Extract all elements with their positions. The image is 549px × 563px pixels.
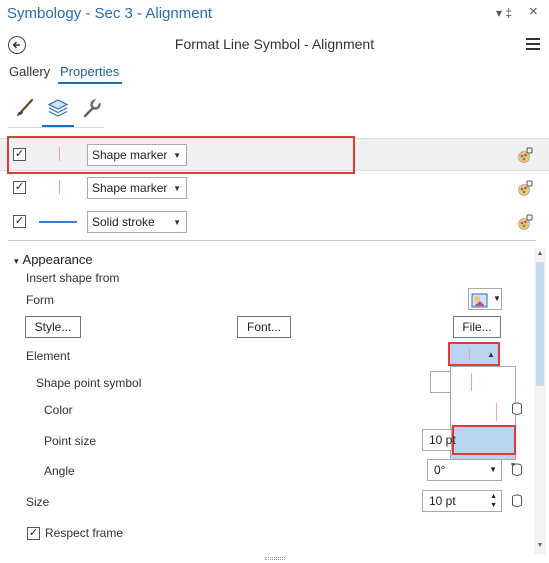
- window-title: Symbology - Sec 3 - Alignment: [7, 5, 213, 22]
- window-title-bar: Symbology - Sec 3 - Alignment ▾ ‡ ×: [0, 0, 549, 30]
- paintbrush-icon[interactable]: [10, 94, 38, 122]
- layer-preview: [59, 180, 60, 194]
- layer-preview: [39, 221, 77, 223]
- chevron-down-icon: ▼: [489, 465, 497, 474]
- layer-row-shape-marker-2[interactable]: ✓ Shape marker ▼: [0, 172, 549, 205]
- chevron-up-icon: ▲: [487, 350, 495, 359]
- chevron-down-icon: ▼: [173, 218, 181, 227]
- tab-gallery[interactable]: Gallery: [9, 64, 50, 79]
- respect-frame-label: Respect frame: [45, 526, 124, 540]
- chevron-down-icon: ▾: [14, 256, 19, 266]
- layers-icon[interactable]: [44, 94, 72, 122]
- element-option-2[interactable]: [451, 397, 515, 427]
- spinner-arrows-icon[interactable]: ▲ ▼: [490, 492, 497, 510]
- pane-title: Format Line Symbol - Alignment: [174, 36, 375, 52]
- point-size-input[interactable]: 10 pt: [422, 429, 456, 451]
- pin-icon[interactable]: ▾ ‡: [496, 6, 512, 20]
- style-button[interactable]: Style...: [25, 316, 81, 338]
- layer-type-label: Solid stroke: [92, 215, 155, 229]
- layer-row-solid-stroke[interactable]: ✓ Solid stroke ▼: [0, 205, 549, 238]
- icon-tab-baseline: [8, 127, 104, 128]
- element-option-preview: [471, 373, 472, 391]
- respect-frame-checkbox[interactable]: ✓: [27, 527, 40, 540]
- element-option-preview: [496, 403, 497, 421]
- color-label: Color: [44, 403, 73, 417]
- font-button[interactable]: Font...: [237, 316, 291, 338]
- size-value: 10 pt: [429, 494, 456, 508]
- form-shape-picker[interactable]: ▼: [468, 288, 502, 310]
- angle-label: Angle: [44, 464, 75, 478]
- chevron-down-icon: ▼: [173, 184, 181, 193]
- element-option-1[interactable]: [451, 367, 515, 397]
- size-input[interactable]: 10 pt ▲ ▼: [422, 490, 502, 512]
- scrollbar-thumb[interactable]: [536, 262, 544, 386]
- wrench-icon[interactable]: [77, 94, 105, 122]
- element-preview: [469, 348, 470, 360]
- tab-properties[interactable]: Properties: [60, 64, 119, 79]
- active-tab-indicator: [58, 82, 122, 84]
- database-icon[interactable]: [511, 402, 523, 416]
- shape-point-symbol-label: Shape point symbol: [36, 376, 142, 390]
- resize-grip[interactable]: [265, 557, 285, 560]
- scroll-up-arrow[interactable]: ▲: [534, 248, 546, 260]
- layer-type-label: Shape marker: [92, 181, 168, 195]
- highlight-frame-option: [452, 425, 516, 455]
- layer-type-dropdown[interactable]: Shape marker ▼: [87, 177, 187, 199]
- menu-icon[interactable]: [526, 38, 540, 50]
- shape-gallery-icon: [471, 293, 488, 308]
- angle-value: 0°: [434, 463, 446, 477]
- lock-palette-icon[interactable]: [516, 179, 534, 200]
- insert-shape-from-label: Insert shape from: [26, 271, 120, 285]
- element-dropdown[interactable]: ▲: [448, 342, 500, 366]
- layer-visibility-checkbox[interactable]: ✓: [13, 181, 26, 194]
- size-label: Size: [26, 495, 50, 509]
- database-add-icon[interactable]: [511, 494, 523, 508]
- highlight-frame-layer: [7, 136, 355, 174]
- back-icon[interactable]: [8, 36, 26, 54]
- form-label: Form: [26, 293, 54, 307]
- point-size-label: Point size: [44, 434, 97, 448]
- element-label: Element: [26, 349, 71, 363]
- lock-palette-icon[interactable]: [516, 146, 534, 167]
- lock-palette-icon[interactable]: [516, 213, 534, 234]
- chevron-down-icon: ▼: [493, 294, 501, 303]
- close-icon[interactable]: ×: [529, 3, 538, 20]
- layer-visibility-checkbox[interactable]: ✓: [13, 215, 26, 228]
- database-add-icon[interactable]: [511, 463, 523, 477]
- angle-input[interactable]: 0° ▼: [427, 459, 502, 481]
- file-button[interactable]: File...: [453, 316, 501, 338]
- appearance-section-header[interactable]: ▾ Appearance: [14, 252, 93, 267]
- layer-type-dropdown[interactable]: Solid stroke ▼: [87, 211, 187, 233]
- section-title: Appearance: [22, 252, 93, 267]
- scroll-down-arrow[interactable]: ▼: [534, 540, 546, 552]
- divider: [8, 240, 536, 241]
